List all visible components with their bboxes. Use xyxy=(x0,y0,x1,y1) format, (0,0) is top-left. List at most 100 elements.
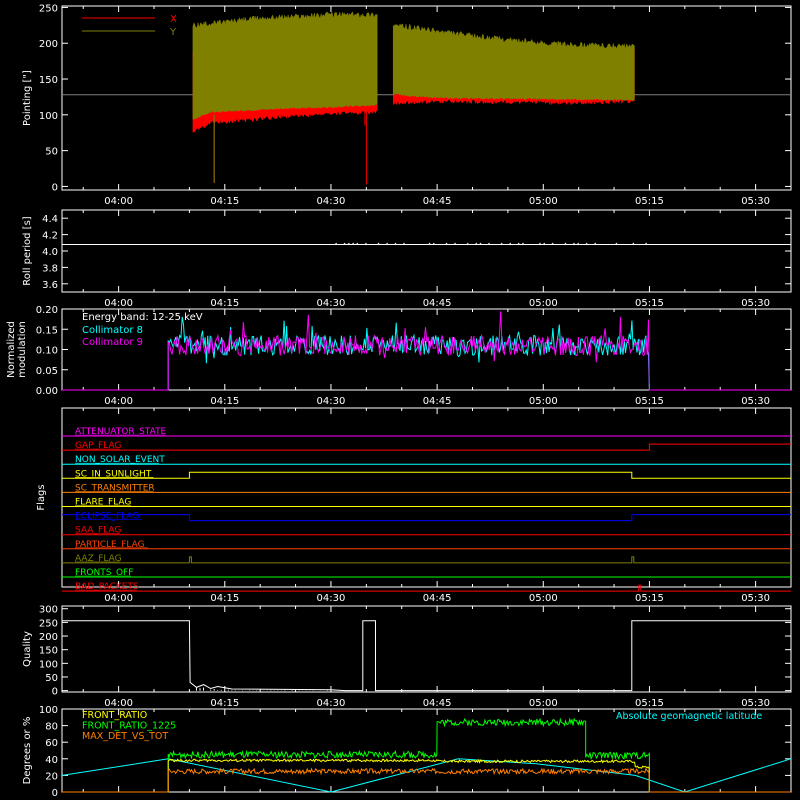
y-axis-label: Roll period [s] xyxy=(22,216,33,285)
x-tick-label: 04:30 xyxy=(317,698,346,709)
legend-label: FRONT_RATIO_1225 xyxy=(82,721,176,732)
y-pointing-band xyxy=(192,11,378,120)
legend-label: Collimator 9 xyxy=(82,337,143,348)
x-tick-label: 04:15 xyxy=(210,396,239,407)
x-tick-label: 05:00 xyxy=(529,196,558,207)
y-tick-label: 0.05 xyxy=(36,366,58,377)
y-tick-label: 100 xyxy=(39,111,58,122)
roll-period-panel-frame xyxy=(61,209,792,293)
y-tick-label: 50 xyxy=(45,673,58,684)
y-tick-label: 3.8 xyxy=(42,263,58,274)
flag-line xyxy=(62,443,791,451)
x-tick-label: 04:15 xyxy=(210,593,239,604)
y-tick-label: 0.15 xyxy=(36,325,58,336)
y-tick-label: 0 xyxy=(52,687,58,698)
quality-panel-frame xyxy=(61,605,792,693)
modulation-panel: 04:00 04:15 04:30 04:45 05:00 05:15 05:30 0.00 0… xyxy=(6,305,792,407)
y-axis-label: Degrees or % xyxy=(22,717,33,785)
flags-panel: 04:00 04:15 04:30 04:45 05:00 05:15 05:30 Flags… xyxy=(36,407,792,604)
x-tick-label: 05:15 xyxy=(635,396,664,407)
x-tick-label: 04:00 xyxy=(104,698,133,709)
x-tick-label: 04:30 xyxy=(317,298,346,309)
y-axis-label: Normalized xyxy=(6,321,17,378)
y-tick-label: 0 xyxy=(52,182,58,193)
x-tick-label: 04:30 xyxy=(317,593,346,604)
legend-label: X xyxy=(170,14,177,25)
y-tick-label: 50 xyxy=(45,147,58,158)
quality-panel: 04:00 04:15 04:30 04:45 05:00 05:15 05:30 0 50 10… xyxy=(22,605,792,709)
y-axis-label: Quality xyxy=(22,631,33,667)
x-tick-label: 05:30 xyxy=(741,298,770,309)
geomag-latitude-line xyxy=(61,758,792,793)
y-tick-label: 300 xyxy=(39,605,58,616)
x-tick-label: 04:45 xyxy=(423,298,452,309)
x-tick-label: 05:00 xyxy=(529,396,558,407)
modulation-line-collimator-9 xyxy=(62,311,791,391)
x-tick-label: 04:30 xyxy=(317,196,346,207)
y-tick-label: 100 xyxy=(39,659,58,670)
quality-line xyxy=(62,620,791,692)
legend-label: FRONT_RATIO xyxy=(82,710,147,721)
flag-line xyxy=(62,556,791,564)
series-line-front-ratio xyxy=(62,758,791,793)
x-tick-label: 05:15 xyxy=(635,593,664,604)
legend-label: Collimator 8 xyxy=(82,325,143,336)
x-tick-label: 05:00 xyxy=(529,298,558,309)
x-tick-label: 04:45 xyxy=(423,396,452,407)
y-tick-label: 0.00 xyxy=(36,386,58,397)
y-tick-label: 40 xyxy=(45,755,58,766)
flags-panel-frame xyxy=(61,407,792,588)
series-line-max-det-vs-tot xyxy=(62,767,791,793)
y-tick-label: 100 xyxy=(39,705,58,716)
y-tick-label: 20 xyxy=(45,771,58,782)
energy-band-annotation: Energy band: 12-25 keV xyxy=(82,312,203,323)
x-tick-label: 04:15 xyxy=(210,698,239,709)
y-axis-label: Pointing ["] xyxy=(22,70,33,126)
x-tick-label: 04:15 xyxy=(210,298,239,309)
y-axis-label: Flags xyxy=(36,484,47,510)
x-tick-label: 04:00 xyxy=(104,593,133,604)
y-tick-label: 0.20 xyxy=(36,305,58,316)
y-pointing-band xyxy=(392,23,635,101)
legend-label-geomag: Absolute geomagnetic latitude xyxy=(616,711,762,722)
x-tick-label: 05:00 xyxy=(529,593,558,604)
x-tick-label: 04:45 xyxy=(423,196,452,207)
y-tick-label: 0.10 xyxy=(36,346,58,357)
flag-line xyxy=(62,584,791,592)
x-tick-label: 05:15 xyxy=(635,298,664,309)
y-tick-label: 250 xyxy=(39,618,58,629)
chart-canvas: 04:00 04:15 04:30 04:45 05:00 05:15 05:30 0 50 10… xyxy=(0,0,800,800)
y-tick-label: 80 xyxy=(45,722,58,733)
x-tick-label: 04:00 xyxy=(104,196,133,207)
x-tick-label: 04:30 xyxy=(317,396,346,407)
x-tick-label: 05:30 xyxy=(741,593,770,604)
x-tick-label: 05:30 xyxy=(741,396,770,407)
y-tick-label: 200 xyxy=(39,39,58,50)
x-tick-label: 05:00 xyxy=(529,698,558,709)
legend-label: MAX_DET_VS_TOT xyxy=(82,731,168,742)
y-tick-label: 150 xyxy=(39,646,58,657)
legend-label: Y xyxy=(169,27,177,38)
roll-period-panel: 04:00 04:15 04:30 04:45 05:00 05:15 05:30 3.6 3.… xyxy=(22,209,792,309)
x-tick-label: 04:15 xyxy=(210,196,239,207)
flag-line xyxy=(62,471,791,479)
x-tick-label: 04:45 xyxy=(423,698,452,709)
y-tick-label: 150 xyxy=(39,75,58,86)
flag-line xyxy=(62,514,791,522)
pointing-panel: 04:00 04:15 04:30 04:45 05:00 05:15 05:30 0 50 10… xyxy=(22,3,792,207)
y-tick-label: 60 xyxy=(45,738,58,749)
x-tick-label: 05:15 xyxy=(635,196,664,207)
y-axis-label: modulation xyxy=(17,321,28,378)
y-tick-label: 3.6 xyxy=(42,280,58,291)
degrees-panel: 0 20 40 60 80 100 Degrees or % FRONT_RATIOFRONT… xyxy=(22,705,792,799)
y-tick-label: 0 xyxy=(52,788,58,799)
x-tick-label: 04:00 xyxy=(104,298,133,309)
flag-label: ECLIPSE_FLAG xyxy=(75,512,139,522)
x-tick-label: 05:15 xyxy=(635,698,664,709)
y-tick-label: 200 xyxy=(39,632,58,643)
x-tick-label: 05:30 xyxy=(741,196,770,207)
y-tick-label: 4.4 xyxy=(42,214,58,225)
y-tick-label: 4.2 xyxy=(42,231,58,242)
x-tick-label: 04:00 xyxy=(104,396,133,407)
x-tick-label: 05:30 xyxy=(741,698,770,709)
